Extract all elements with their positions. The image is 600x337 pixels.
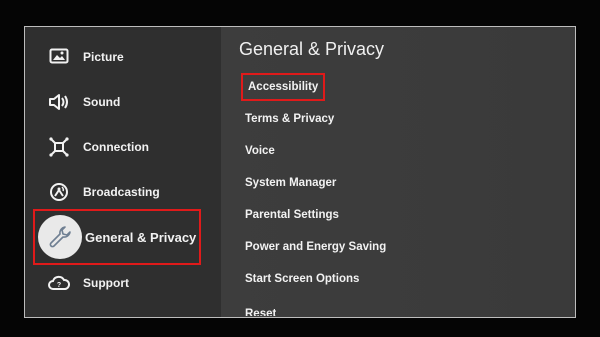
broadcasting-icon xyxy=(47,180,71,204)
menu-item-voice[interactable]: Voice xyxy=(245,145,275,157)
sound-icon xyxy=(47,90,71,114)
menu-item-accessibility[interactable]: Accessibility xyxy=(241,73,326,101)
menu-item-label: Start Screen Options xyxy=(245,273,360,285)
sidebar-item-picture[interactable]: Picture xyxy=(25,37,221,77)
menu-item-reset[interactable]: Reset xyxy=(245,308,276,316)
page-title: General & Privacy xyxy=(239,39,385,59)
sidebar-item-broadcasting[interactable]: Broadcasting xyxy=(25,172,221,212)
menu-item-label: Parental Settings xyxy=(245,209,339,221)
menu-item-label: Accessibility xyxy=(248,81,319,93)
sidebar-item-support[interactable]: ? Support xyxy=(25,263,221,303)
svg-text:?: ? xyxy=(57,282,61,289)
sidebar-item-label: Support xyxy=(83,276,129,290)
sidebar-item-sound[interactable]: Sound xyxy=(25,82,221,122)
support-cloud-icon: ? xyxy=(47,271,71,295)
sidebar-item-label: Connection xyxy=(83,140,149,154)
sidebar-item-label: Picture xyxy=(83,50,124,64)
sidebar-item-general-privacy[interactable]: General & Privacy xyxy=(33,209,201,265)
menu-item-terms-privacy[interactable]: Terms & Privacy xyxy=(245,113,334,125)
wrench-icon xyxy=(38,215,82,259)
menu-item-label: System Manager xyxy=(245,177,337,189)
menu-item-label: Voice xyxy=(245,145,275,157)
settings-main-panel: General & Privacy Accessibility Terms & … xyxy=(221,27,575,317)
picture-icon xyxy=(47,45,71,69)
connection-icon xyxy=(47,135,71,159)
settings-sidebar: Picture Sound Connection Broadcasting Ge… xyxy=(25,27,221,317)
tv-settings-screen: Picture Sound Connection Broadcasting Ge… xyxy=(24,26,576,318)
menu-item-label: Power and Energy Saving xyxy=(245,241,387,253)
sidebar-item-label: Sound xyxy=(83,95,121,109)
menu-item-system-manager[interactable]: System Manager xyxy=(245,177,336,189)
sidebar-item-label: Broadcasting xyxy=(83,185,160,199)
menu-item-label: Reset xyxy=(245,308,277,316)
sidebar-item-connection[interactable]: Connection xyxy=(25,127,221,167)
menu-item-start-screen-options[interactable]: Start Screen Options xyxy=(245,273,359,285)
menu-item-parental-settings[interactable]: Parental Settings xyxy=(245,209,339,221)
menu-item-power-energy-saving[interactable]: Power and Energy Saving xyxy=(245,241,386,253)
sidebar-item-label: General & Privacy xyxy=(85,229,197,245)
menu-item-label: Terms & Privacy xyxy=(245,113,335,125)
